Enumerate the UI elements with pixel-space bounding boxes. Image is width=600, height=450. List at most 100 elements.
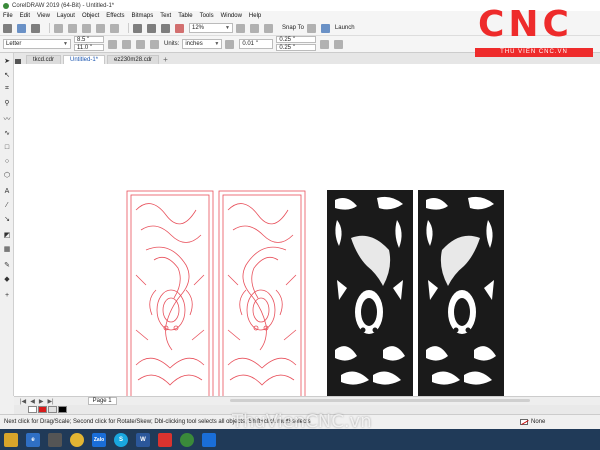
launch-icon[interactable] — [320, 23, 330, 33]
koi-outline-art — [218, 190, 306, 403]
page-border-icon[interactable] — [334, 39, 344, 49]
paste-icon[interactable] — [82, 23, 91, 33]
chrome-icon[interactable] — [70, 432, 84, 447]
gear-icon[interactable] — [306, 23, 316, 33]
publish-pdf-icon[interactable] — [175, 23, 184, 33]
prev-page-icon[interactable]: ◀ — [30, 398, 35, 405]
menu-layout[interactable]: Layout — [57, 13, 75, 19]
pick-tool-icon[interactable]: ➤ — [3, 57, 11, 65]
menu-view[interactable]: View — [37, 13, 50, 19]
new-tab-icon[interactable]: + — [163, 55, 168, 64]
menu-text[interactable]: Text — [160, 13, 171, 19]
page-width-field[interactable]: 8.5 " — [74, 36, 104, 43]
swatch-red[interactable] — [38, 406, 47, 413]
launch-menu[interactable]: Launch — [335, 25, 355, 31]
duplicate-y-field[interactable]: 0.25 " — [276, 44, 317, 51]
all-pages-icon[interactable] — [136, 39, 145, 49]
foxit-icon[interactable] — [158, 432, 172, 447]
edge-icon[interactable]: e — [26, 432, 40, 447]
parallel-dimension-icon[interactable]: ⁄ — [3, 201, 11, 209]
freehand-tool-icon[interactable]: 〰 — [3, 115, 11, 123]
eyedropper-icon[interactable]: ✎ — [3, 261, 11, 269]
full-screen-icon[interactable] — [236, 23, 245, 33]
text-tool-icon[interactable]: A — [3, 187, 11, 195]
current-page-icon[interactable] — [150, 39, 159, 49]
duplicate-x-field[interactable]: 0.25 " — [276, 36, 317, 43]
crop-tool-icon[interactable]: ⌗ — [3, 85, 11, 93]
outline-panel-left[interactable] — [126, 190, 214, 403]
interactive-fill-icon[interactable]: ◆ — [3, 275, 11, 283]
zoom-tool-icon[interactable]: ⚲ — [3, 99, 11, 107]
last-page-icon[interactable]: ▶| — [47, 398, 53, 405]
cut-icon[interactable] — [54, 23, 63, 33]
grid-icon[interactable] — [264, 23, 273, 33]
add-tool-icon[interactable]: + — [3, 291, 11, 299]
filled-panel-right[interactable] — [418, 190, 506, 403]
menu-table[interactable]: Table — [178, 13, 192, 19]
nudge-distance-field[interactable]: 0.01 " — [239, 39, 274, 49]
import-icon[interactable] — [147, 23, 156, 33]
menu-help[interactable]: Help — [249, 13, 261, 19]
page-tab[interactable]: Page 1 — [87, 397, 117, 405]
koi-filled-art — [418, 190, 504, 403]
units-select[interactable]: inches ▼ — [182, 39, 223, 49]
swatch-black[interactable] — [58, 406, 67, 413]
menu-tools[interactable]: Tools — [200, 13, 214, 19]
word-icon[interactable]: W — [136, 432, 150, 447]
landscape-icon[interactable] — [122, 39, 131, 49]
first-page-icon[interactable]: |◀ — [20, 398, 26, 405]
menu-bitmaps[interactable]: Bitmaps — [132, 13, 154, 19]
fill-value: None — [531, 419, 546, 425]
snap-to-menu[interactable]: Snap To — [282, 25, 304, 31]
save-icon[interactable] — [31, 23, 40, 33]
outline-panel-right[interactable] — [218, 190, 306, 403]
menu-file[interactable]: File — [3, 13, 13, 19]
chevron-down-icon: ▼ — [214, 41, 220, 47]
tab-tkcd[interactable]: tkcd.cdr — [26, 55, 62, 64]
search-content-icon[interactable] — [133, 23, 142, 33]
filled-panel-left[interactable] — [327, 190, 415, 403]
new-document-icon[interactable] — [3, 23, 12, 33]
page-height-field[interactable]: 11.0 " — [74, 44, 104, 51]
transparency-icon[interactable]: ▦ — [3, 245, 11, 253]
coreldraw-app-icon — [3, 2, 9, 9]
store-icon[interactable] — [48, 432, 62, 447]
zalo-icon[interactable]: Zalo — [92, 432, 106, 447]
home-icon[interactable] — [14, 56, 22, 64]
tab-untitled-1[interactable]: Untitled-1* — [63, 55, 106, 64]
menu-window[interactable]: Window — [221, 13, 242, 19]
coreldraw-icon[interactable] — [180, 432, 194, 447]
skype-icon[interactable]: S — [114, 432, 128, 447]
drop-shadow-icon[interactable]: ◩ — [3, 231, 11, 239]
menu-object[interactable]: Object — [82, 13, 99, 19]
watermark: ThuVienCNC.vn — [232, 411, 372, 432]
rectangle-tool-icon[interactable]: □ — [3, 143, 11, 151]
nudge-distance-value: 0.01 " — [242, 41, 258, 47]
fill-indicator[interactable]: None — [520, 419, 545, 425]
export-icon[interactable] — [161, 23, 170, 33]
artistic-media-icon[interactable]: ∿ — [3, 129, 11, 137]
swatch-light-gray[interactable] — [48, 406, 57, 413]
zoom-level-select[interactable]: 12% ▼ — [189, 23, 233, 33]
connector-tool-icon[interactable]: ↘ — [3, 215, 11, 223]
teamviewer-icon[interactable] — [202, 432, 216, 447]
copy-icon[interactable] — [68, 23, 77, 33]
rulers-icon[interactable] — [250, 23, 259, 33]
portrait-icon[interactable] — [108, 39, 117, 49]
menu-edit[interactable]: Edit — [20, 13, 30, 19]
next-page-icon[interactable]: ▶ — [39, 398, 44, 405]
redo-icon[interactable] — [110, 23, 119, 33]
menu-effects[interactable]: Effects — [106, 13, 124, 19]
file-explorer-icon[interactable] — [4, 432, 18, 447]
swatch-white[interactable] — [28, 406, 37, 413]
horizontal-scrollbar[interactable] — [230, 399, 530, 402]
shape-tool-icon[interactable]: ↖ — [3, 71, 11, 79]
ellipse-tool-icon[interactable]: ○ — [3, 157, 11, 165]
page-options-icon[interactable] — [320, 39, 330, 49]
open-icon[interactable] — [17, 23, 26, 33]
polygon-tool-icon[interactable]: ⬡ — [3, 171, 11, 179]
undo-icon[interactable] — [96, 23, 105, 33]
drawing-canvas[interactable] — [14, 64, 600, 403]
page-size-select[interactable]: Letter ▼ — [3, 39, 71, 49]
tab-ez230m28[interactable]: ez230m28.cdr — [107, 55, 160, 64]
